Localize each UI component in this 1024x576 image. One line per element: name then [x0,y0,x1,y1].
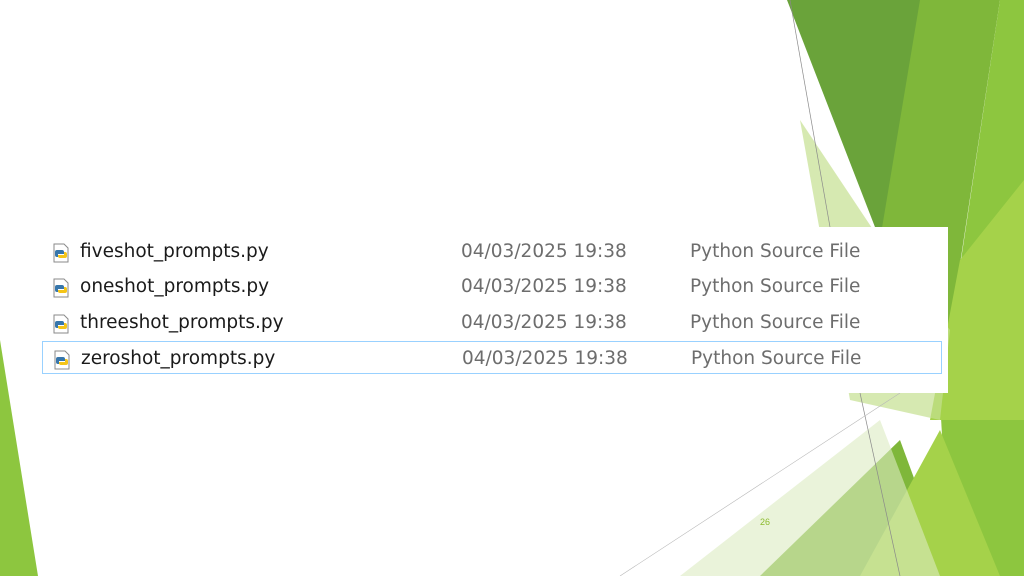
python-file-icon [54,350,70,370]
file-date-modified: 04/03/2025 19:38 [461,312,627,333]
file-type: Python Source File [690,241,861,262]
file-list-panel: fiveshot_prompts.py 04/03/2025 19:38 Pyt… [40,227,948,393]
slide-number: 26 [760,517,771,527]
file-name: threeshot_prompts.py [80,312,284,333]
python-file-icon [53,278,69,298]
file-name: oneshot_prompts.py [80,276,270,297]
file-date-modified: 04/03/2025 19:38 [461,241,627,262]
file-type: Python Source File [690,312,861,333]
python-file-icon [53,314,69,334]
file-type: Python Source File [690,276,861,297]
file-row-selected[interactable]: zeroshot_prompts.py 04/03/2025 19:38 Pyt… [42,341,942,374]
python-file-icon [53,243,69,263]
file-row[interactable]: oneshot_prompts.py 04/03/2025 19:38 Pyth… [42,270,942,303]
file-row[interactable]: fiveshot_prompts.py 04/03/2025 19:38 Pyt… [42,235,942,268]
file-date-modified: 04/03/2025 19:38 [461,276,627,297]
file-row[interactable]: threeshot_prompts.py 04/03/2025 19:38 Py… [42,306,942,339]
file-type: Python Source File [691,348,862,369]
file-date-modified: 04/03/2025 19:38 [462,348,628,369]
file-name: fiveshot_prompts.py [80,241,269,262]
left-accent-shape [0,340,38,576]
file-name: zeroshot_prompts.py [81,348,276,369]
